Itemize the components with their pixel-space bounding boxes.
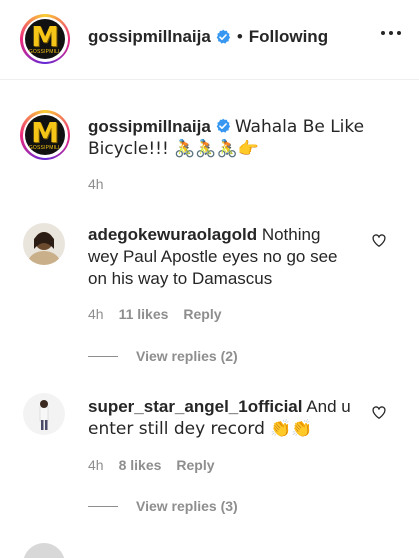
view-replies-label: View replies (3) <box>136 498 238 514</box>
comment-likes[interactable]: 11 likes <box>119 306 169 322</box>
caption-meta: 4h <box>88 176 104 192</box>
comment-line-1: adegokewuraolagold Nothing <box>88 224 378 246</box>
reply-button[interactable]: Reply <box>183 306 221 322</box>
comment-text-line1: Nothing <box>261 225 321 244</box>
commenter-avatar[interactable] <box>23 223 65 265</box>
comment-likes[interactable]: 8 likes <box>119 457 162 473</box>
verified-badge-icon <box>216 118 230 133</box>
logo-subtitle: GOSSIPMILL <box>28 145 62 151</box>
avatar-photo-icon <box>23 223 65 265</box>
replies-divider <box>88 355 118 357</box>
header-username[interactable]: gossipmillnaija <box>88 27 211 47</box>
comment-item: super_star_angel_1official And u enter s… <box>0 385 419 525</box>
comment-text-line2: enter still dey record 👏👏 <box>88 419 313 439</box>
dot <box>381 31 385 35</box>
comment-text-line2: wey Paul Apostle eyes no go see <box>88 247 338 266</box>
like-heart-icon[interactable] <box>372 234 386 248</box>
caption-text-block: gossipmillnaija Wahala Be Like Bicycle!!… <box>88 116 388 160</box>
view-replies-button[interactable]: View replies (3) <box>88 498 238 514</box>
dot <box>397 31 401 35</box>
reply-button[interactable]: Reply <box>176 457 214 473</box>
comment-line-1: super_star_angel_1official And u <box>88 396 378 418</box>
view-replies-label: View replies (2) <box>136 348 238 364</box>
comment-text-line3: on his way to Damascus <box>88 269 273 288</box>
gossipmill-logo: M GOSSIPMILL <box>25 19 65 59</box>
caption-time[interactable]: 4h <box>88 176 104 192</box>
comment-time[interactable]: 4h <box>88 306 104 322</box>
comment-text-block: adegokewuraolagold Nothing wey Paul Apos… <box>88 224 378 290</box>
comment-username[interactable]: adegokewuraolagold <box>88 225 257 244</box>
comment-username[interactable]: super_star_angel_1official <box>88 397 302 416</box>
header-separator: • <box>236 27 243 46</box>
post-caption: M GOSSIPMILL gossipmillnaija Wahala Be L… <box>0 100 419 200</box>
avatar-photo-icon <box>23 543 65 558</box>
caption-avatar-ring[interactable]: M GOSSIPMILL <box>20 110 70 160</box>
header-title-row: gossipmillnaija • Following <box>88 27 328 47</box>
logo-subtitle: GOSSIPMILL <box>28 49 62 55</box>
post-comments-panel: M GOSSIPMILL gossipmillnaija • Following <box>0 0 419 558</box>
avatar-inner: M GOSSIPMILL <box>22 112 68 158</box>
comment-item: adegokewuraolagold Nothing wey Paul Apos… <box>0 215 419 375</box>
commenter-avatar[interactable] <box>23 393 65 435</box>
gossipmill-logo: M GOSSIPMILL <box>25 115 65 155</box>
comment-meta: 4h 11 likes Reply <box>88 306 222 322</box>
verified-badge-icon <box>216 29 230 44</box>
comment-text-line1: And u <box>306 397 351 416</box>
commenter-avatar-partial[interactable] <box>23 543 65 558</box>
avatar-photo-icon <box>23 393 65 435</box>
profile-avatar-ring[interactable]: M GOSSIPMILL <box>20 14 70 64</box>
comment-text-block: super_star_angel_1official And u enter s… <box>88 396 378 440</box>
more-options-icon[interactable] <box>381 31 401 35</box>
view-replies-button[interactable]: View replies (2) <box>88 348 238 364</box>
following-button[interactable]: Following <box>249 27 328 47</box>
comment-meta: 4h 8 likes Reply <box>88 457 215 473</box>
post-header: M GOSSIPMILL gossipmillnaija • Following <box>0 0 419 80</box>
caption-username[interactable]: gossipmillnaija <box>88 117 211 136</box>
dot <box>389 31 393 35</box>
like-heart-icon[interactable] <box>372 406 386 420</box>
avatar-inner: M GOSSIPMILL <box>22 16 68 62</box>
replies-divider <box>88 505 118 507</box>
comment-time[interactable]: 4h <box>88 457 104 473</box>
